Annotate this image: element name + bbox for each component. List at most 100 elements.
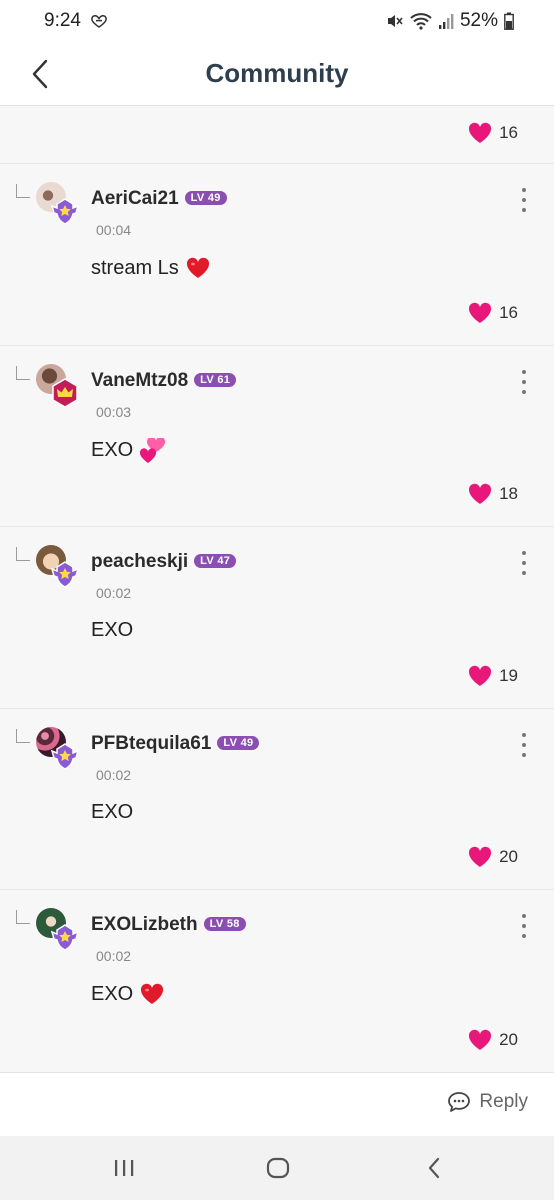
username-text: VaneMtz08	[91, 369, 189, 391]
system-nav-bar	[0, 1136, 554, 1200]
heart-icon	[469, 122, 492, 143]
more-options-button[interactable]	[514, 186, 534, 214]
home-icon	[266, 1157, 290, 1179]
status-bar: 9:24 52%	[0, 0, 554, 44]
heart-icon	[469, 665, 492, 686]
comment-item: PFBtequila61 LV 49 00:02 EXO 20	[0, 708, 554, 891]
more-options-button[interactable]	[514, 368, 534, 396]
reply-button[interactable]: Reply	[447, 1091, 528, 1113]
username-text: AeriCai21	[91, 188, 179, 209]
level-badge: LV 49	[184, 191, 227, 205]
reply-label: Reply	[479, 1091, 528, 1112]
comment-text: EXO	[91, 439, 134, 462]
app-header: Community	[0, 44, 554, 106]
comment-body: EXO	[91, 801, 133, 824]
level-badge: LV 58	[203, 917, 246, 932]
more-options-button[interactable]	[514, 731, 534, 759]
username-text: peacheskji	[91, 551, 189, 573]
two-hearts-emoji-icon	[140, 437, 166, 463]
comment-body: EXO	[91, 619, 133, 642]
like-button[interactable]: 20	[467, 845, 518, 869]
star-shield-badge-icon	[50, 924, 80, 952]
system-back-button[interactable]	[414, 1152, 454, 1184]
reply-bar: Reply	[0, 1072, 554, 1136]
heart-icon	[469, 483, 492, 505]
comment-item: EXOLizbeth LV 58 00:02 EXO 20	[0, 890, 554, 1072]
comment-text: EXO	[91, 800, 134, 823]
username[interactable]: EXOLizbeth LV 58	[91, 914, 246, 936]
red-heart-emoji-icon	[141, 984, 164, 1005]
username-text: PFBtequila61	[91, 732, 212, 754]
wifi-icon	[410, 13, 432, 30]
chat-bubble-icon	[448, 1092, 471, 1112]
comment-body: EXO	[91, 982, 165, 1006]
more-options-button[interactable]	[514, 549, 534, 577]
like-button[interactable]: 16	[467, 301, 518, 325]
comment-item: peacheskji LV 47 00:02 EXO 19	[0, 527, 554, 709]
battery-percent: 52%	[459, 10, 498, 31]
comment-body: stream Ls	[91, 256, 211, 280]
comment-text: stream Ls	[91, 256, 179, 279]
like-count: 18	[499, 484, 518, 504]
timestamp: 00:02	[96, 585, 132, 602]
heart-outline-icon	[91, 14, 107, 28]
avatar[interactable]	[36, 726, 80, 771]
like-count: 16	[499, 302, 518, 322]
like-count: 19	[499, 665, 518, 685]
timestamp: 00:02	[96, 766, 132, 783]
timestamp: 00:04	[96, 222, 132, 238]
like-button[interactable]: 20	[467, 1028, 518, 1052]
battery-icon	[504, 12, 514, 30]
heart-icon	[469, 302, 492, 323]
comment-list[interactable]: 16 AeriCai21 LV 49 00:04 stream Ls 16 Va…	[0, 107, 554, 1072]
star-shield-badge-icon	[50, 561, 80, 589]
more-options-button[interactable]	[514, 912, 534, 940]
comment-item: AeriCai21 LV 49 00:04 stream Ls 16	[0, 164, 554, 346]
reply-connector	[16, 365, 30, 380]
avatar[interactable]	[36, 363, 80, 408]
signal-icon	[438, 14, 454, 29]
comment-body: EXO	[91, 437, 167, 464]
comment-item: VaneMtz08 LV 61 00:03 EXO 18	[0, 345, 554, 528]
heart-icon	[469, 1029, 492, 1050]
reply-connector	[16, 547, 30, 562]
like-count: 16	[499, 123, 518, 142]
recent-apps-button[interactable]	[104, 1152, 144, 1184]
username-text: EXOLizbeth	[91, 914, 198, 936]
comment-text: EXO	[91, 619, 134, 642]
timestamp: 00:02	[96, 948, 132, 965]
reply-connector	[16, 910, 30, 925]
username[interactable]: VaneMtz08 LV 61	[91, 369, 237, 392]
status-time: 9:24	[44, 10, 81, 31]
crown-hexagon-badge-icon	[52, 377, 78, 408]
parent-comment-footer: 16	[0, 107, 554, 164]
star-shield-badge-icon	[50, 742, 80, 770]
username[interactable]: PFBtequila61 LV 49	[91, 732, 260, 755]
like-button[interactable]: 18	[467, 482, 518, 506]
recent-apps-icon	[115, 1160, 134, 1176]
like-count: 20	[499, 847, 518, 867]
heart-icon	[469, 847, 492, 868]
reply-connector	[16, 728, 30, 743]
timestamp: 00:03	[96, 403, 132, 420]
like-count: 20	[499, 1029, 518, 1049]
mute-icon	[387, 15, 403, 27]
system-back-icon	[428, 1157, 440, 1179]
avatar[interactable]	[36, 545, 80, 589]
status-icons: 52%	[386, 10, 514, 32]
home-button[interactable]	[258, 1152, 298, 1184]
star-shield-badge-icon	[50, 198, 80, 225]
avatar[interactable]	[36, 182, 80, 226]
level-badge: LV 61	[194, 372, 237, 387]
level-badge: LV 47	[194, 554, 237, 569]
like-button[interactable]: 16	[467, 121, 518, 145]
username[interactable]: peacheskji LV 47	[91, 551, 237, 573]
level-badge: LV 49	[217, 735, 260, 750]
page-title: Community	[205, 58, 349, 88]
avatar[interactable]	[36, 908, 80, 952]
reply-connector	[16, 184, 30, 198]
comment-text: EXO	[91, 982, 134, 1005]
like-button[interactable]: 19	[467, 664, 518, 688]
red-heart-emoji-icon	[186, 257, 209, 278]
username[interactable]: AeriCai21 LV 49	[91, 188, 227, 210]
